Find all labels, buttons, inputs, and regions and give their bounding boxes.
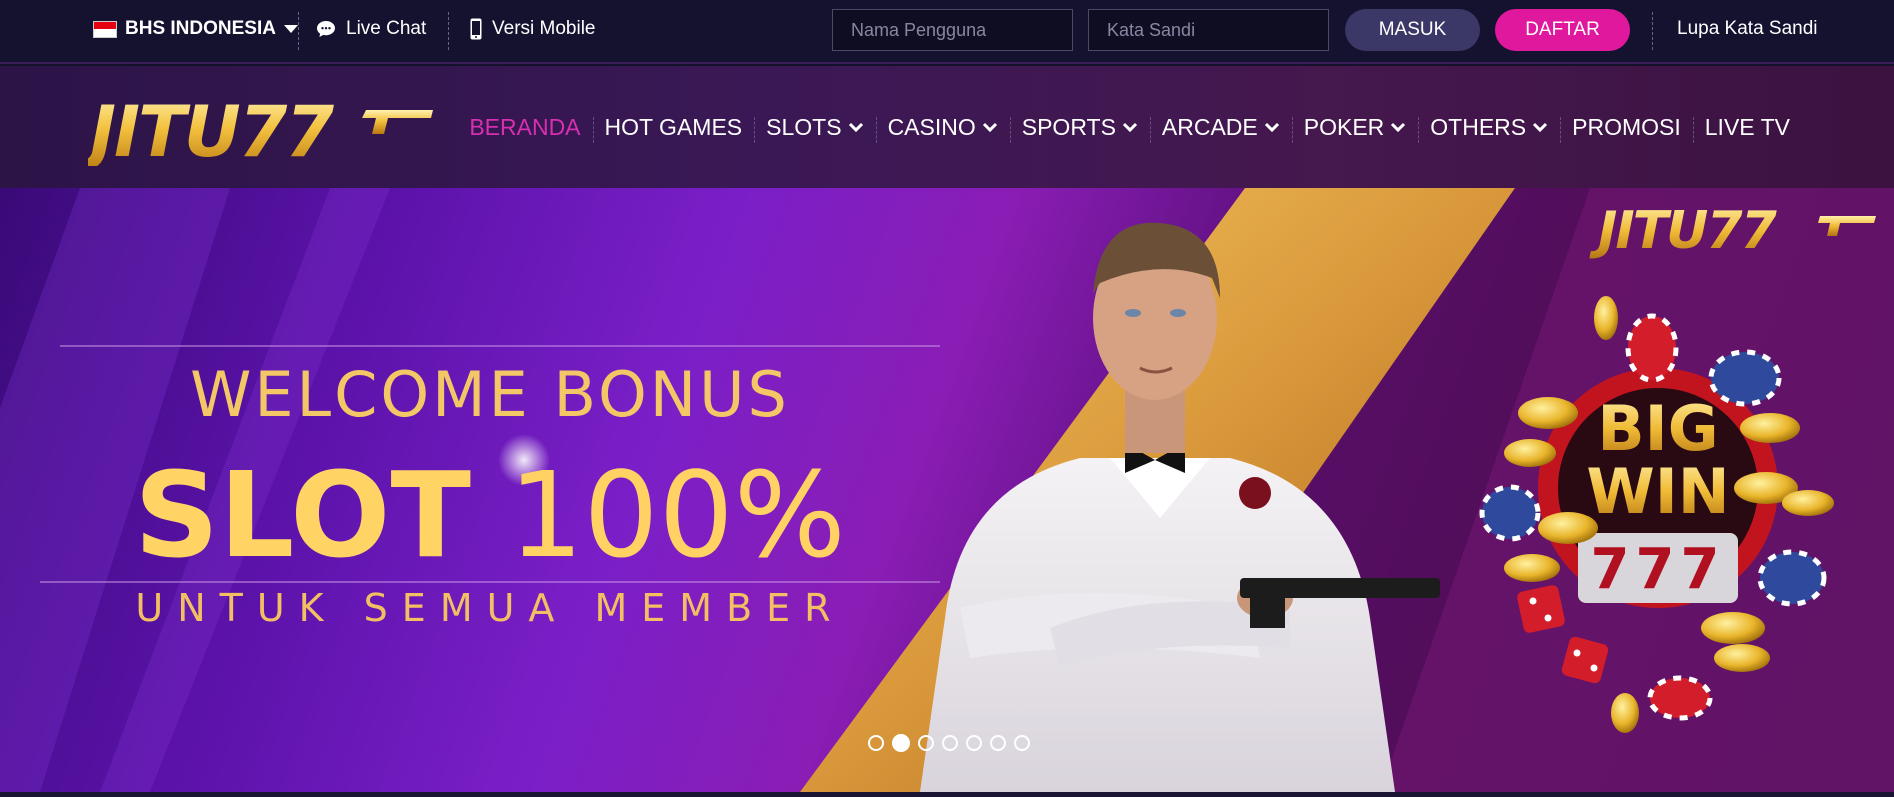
main-navbar: JITU77 BERANDA HOT GAMES SLOTS CASINO SP… — [0, 66, 1894, 188]
percent-text: 100% — [508, 446, 846, 584]
nav-label: POKER — [1303, 113, 1385, 140]
divider — [1652, 12, 1653, 50]
mobile-version-label: Versi Mobile — [492, 18, 596, 39]
nav-label: SPORTS — [1021, 113, 1116, 140]
chat-bubble-icon — [316, 19, 336, 39]
carousel-dot-5[interactable] — [966, 735, 982, 751]
nav-label: HOT GAMES — [604, 113, 743, 140]
hero-banner[interactable]: JITU77 BIG WIN 777 WELCOME BONUS SLOT 10… — [0, 188, 1894, 792]
forgot-password-link[interactable]: Lupa Kata Sandi — [1677, 0, 1818, 58]
carousel-dot-1[interactable] — [868, 735, 884, 751]
top-bar: BHS INDONESIA Live Chat Versi Mobile MAS… — [0, 0, 1894, 64]
password-input[interactable] — [1088, 9, 1329, 51]
login-button[interactable]: MASUK — [1345, 9, 1480, 51]
slot-text: SLOT — [134, 446, 471, 584]
site-logo[interactable]: JITU77 — [78, 90, 438, 173]
chevron-down-icon — [1532, 121, 1548, 133]
register-button[interactable]: DAFTAR — [1495, 9, 1630, 51]
nav-label: LIVE TV — [1704, 113, 1790, 140]
caret-down-icon — [283, 25, 298, 33]
carousel-dot-2[interactable] — [892, 734, 910, 752]
mobile-version-link[interactable]: Versi Mobile — [470, 0, 596, 58]
nav-sports[interactable]: SPORTS — [1009, 113, 1150, 143]
logo-text: JITU77 — [88, 91, 334, 166]
language-selector[interactable]: BHS INDONESIA — [93, 0, 298, 58]
live-chat-link[interactable]: Live Chat — [316, 0, 426, 58]
chevron-down-icon — [1122, 121, 1138, 133]
divider — [448, 12, 449, 50]
reels-text: 777 — [1591, 537, 1726, 602]
nav-live-tv[interactable]: LIVE TV — [1692, 113, 1802, 143]
nav-label: SLOTS — [766, 113, 842, 140]
nav-label: BERANDA — [469, 113, 581, 140]
nav-others[interactable]: OTHERS — [1418, 113, 1560, 143]
username-input[interactable] — [832, 9, 1073, 51]
page-bottom-strip — [0, 792, 1894, 797]
welcome-bonus-heading: WELCOME BONUS — [190, 358, 790, 431]
win-text: WIN — [1586, 455, 1729, 528]
nav-slots[interactable]: SLOTS — [754, 113, 875, 143]
chevron-down-icon — [1390, 121, 1406, 133]
indonesia-flag-icon — [93, 20, 117, 38]
phone-icon — [470, 18, 482, 40]
main-menu: BERANDA HOT GAMES SLOTS CASINO SPORTS AR… — [457, 66, 1802, 188]
divider — [298, 12, 299, 50]
carousel-dot-3[interactable] — [918, 735, 934, 751]
live-chat-label: Live Chat — [346, 18, 427, 39]
nav-label: ARCADE — [1161, 113, 1258, 140]
carousel-indicators — [868, 734, 1030, 752]
pistol-icon — [362, 110, 433, 134]
nav-beranda[interactable]: BERANDA — [457, 114, 592, 141]
nav-casino[interactable]: CASINO — [875, 113, 1010, 143]
chevron-down-icon — [982, 121, 998, 133]
carousel-dot-6[interactable] — [990, 735, 1006, 751]
slot-bonus-heading: SLOT 100% — [0, 446, 980, 584]
nav-hot-games[interactable]: HOT GAMES — [592, 113, 755, 143]
chevron-down-icon — [848, 121, 864, 133]
chevron-down-icon — [1264, 121, 1280, 133]
nav-promosi[interactable]: PROMOSI — [1560, 113, 1693, 143]
carousel-dot-7[interactable] — [1014, 735, 1030, 751]
member-subheading: UNTUK SEMUA MEMBER — [135, 586, 845, 630]
nav-label: CASINO — [887, 113, 976, 140]
nav-label: OTHERS — [1430, 113, 1527, 140]
nav-label: PROMOSI — [1572, 113, 1681, 140]
language-label: BHS INDONESIA — [125, 18, 276, 39]
banner-logo-text: JITU77 — [1589, 201, 1778, 261]
carousel-dot-4[interactable] — [942, 735, 958, 751]
nav-arcade[interactable]: ARCADE — [1149, 113, 1292, 143]
nav-poker[interactable]: POKER — [1291, 113, 1419, 143]
